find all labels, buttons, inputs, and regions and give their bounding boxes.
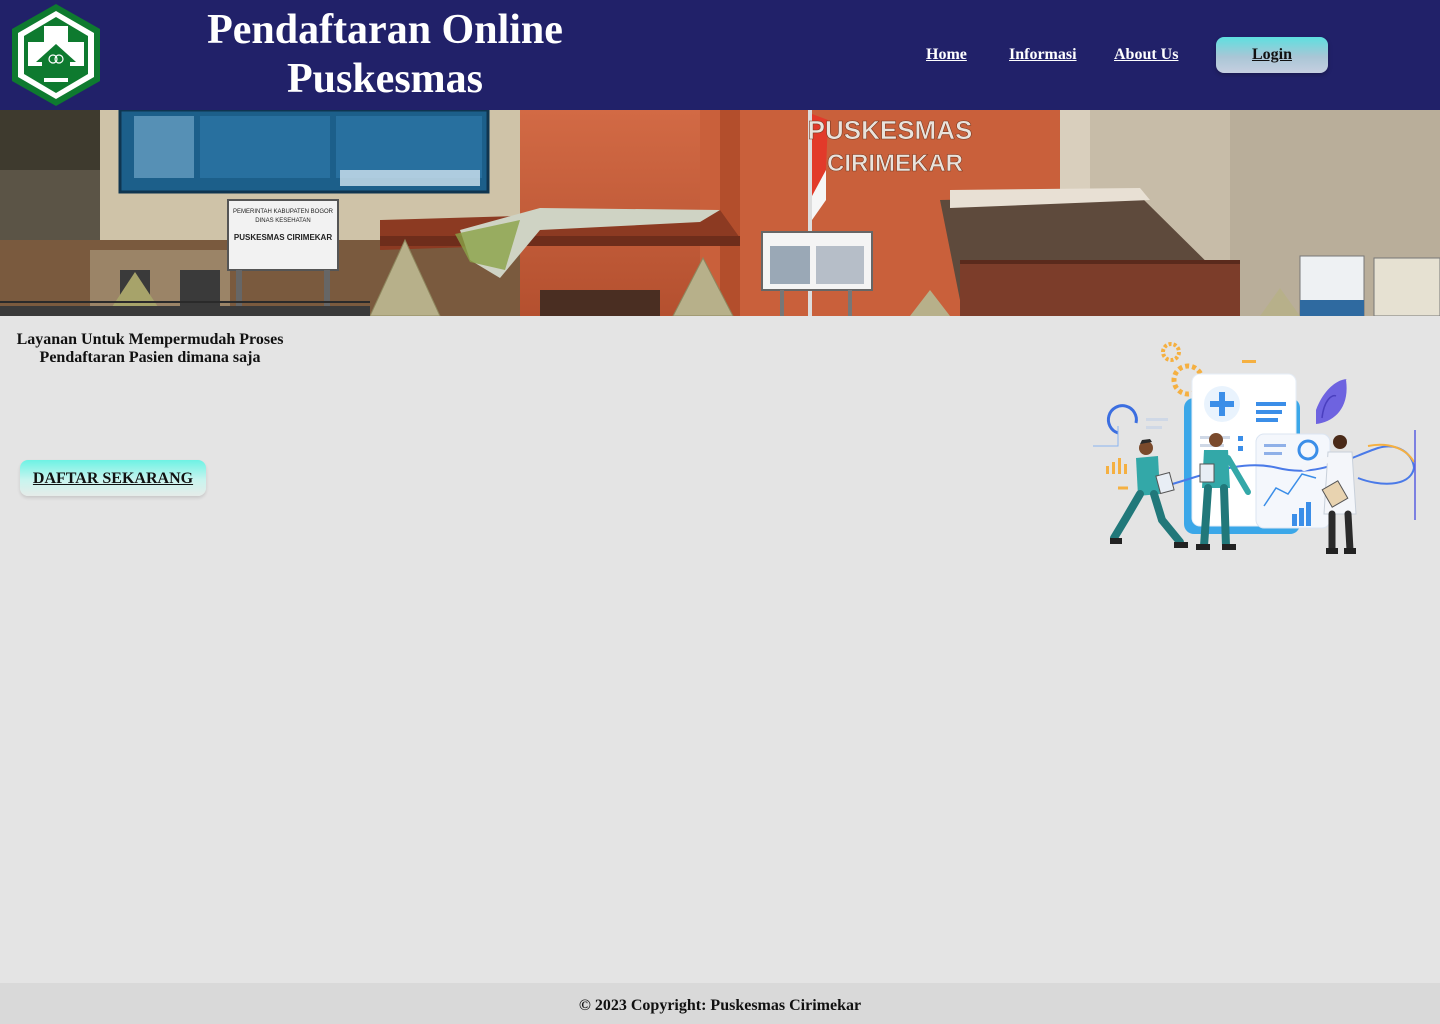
copyright-text: © 2023 Copyright: Puskesmas Cirimekar <box>578 997 862 1014</box>
footer: © 2023 Copyright: Puskesmas Cirimekar <box>0 983 1440 1024</box>
site-title: Pendaftaran Online Puskesmas <box>180 6 590 104</box>
banner-sign-line2: CIRIMEKAR <box>827 150 963 177</box>
medical-team-illustration-icon <box>1093 342 1416 554</box>
puskesmas-logo-icon[interactable] <box>10 2 102 108</box>
nav-informasi-link[interactable]: Informasi <box>1009 45 1077 65</box>
site-title-line1: Pendaftaran Online <box>207 7 563 53</box>
login-button[interactable]: Login <box>1216 37 1328 73</box>
site-title-line2: Puskesmas <box>286 56 484 102</box>
hero-banner-image: PEMERINTAH KABUPATEN BOGOR DINAS KESEHAT… <box>0 110 1440 316</box>
banner-board-line3: PUSKESMAS CIRIMEKAR <box>234 233 332 242</box>
banner-board-line2: DINAS KESEHATAN <box>255 218 310 224</box>
nav-about-link[interactable]: About Us <box>1114 45 1178 65</box>
nav-home-link[interactable]: Home <box>926 45 967 65</box>
daftar-sekarang-button[interactable]: DAFTAR SEKARANG <box>20 460 206 496</box>
hero-tagline: Layanan Untuk Mempermudah Proses Pendaft… <box>16 331 284 366</box>
banner-board-line1: PEMERINTAH KABUPATEN BOGOR <box>233 209 334 215</box>
banner-sign-line1: PUSKESMAS <box>808 115 973 145</box>
navbar: Pendaftaran Online Puskesmas Home Inform… <box>0 0 1440 110</box>
